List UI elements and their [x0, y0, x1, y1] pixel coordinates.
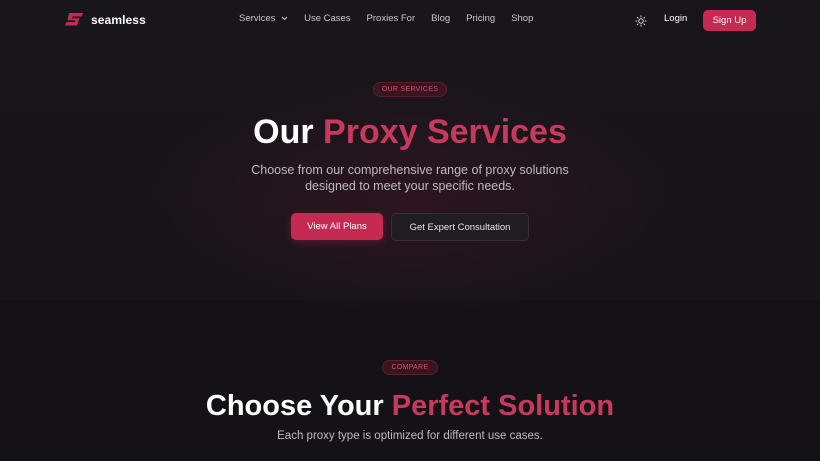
get-expert-consultation-button[interactable]: Get Expert Consultation	[391, 213, 529, 241]
nav-item-use-cases[interactable]: Use Cases	[304, 13, 350, 24]
compare-title-plain: Choose Your	[205, 390, 384, 422]
compare-badge: COMPARE	[382, 360, 438, 375]
sign-up-button[interactable]: Sign Up	[703, 10, 756, 31]
brand-logo[interactable]: seamless	[64, 11, 146, 29]
sun-icon[interactable]	[635, 14, 647, 27]
hero-title-plain: Our	[253, 113, 314, 151]
hero-title: Our Proxy Services	[0, 110, 820, 154]
s-logo-icon	[64, 12, 84, 28]
nav-item-services[interactable]: Services	[239, 13, 288, 24]
page: seamless Services Use Cases Proxies For …	[0, 0, 820, 461]
our-services-badge: OUR SERVICES	[373, 82, 447, 97]
nav-item-pricing[interactable]: Pricing	[466, 13, 495, 24]
compare-title: Choose Your Perfect Solution	[0, 386, 820, 426]
nav-item-shop[interactable]: Shop	[511, 13, 533, 24]
nav-item-blog[interactable]: Blog	[431, 13, 450, 24]
nav-item-proxies-for[interactable]: Proxies For	[367, 13, 416, 24]
hero-subtitle-line: designed to meet your specific needs.	[305, 179, 515, 193]
nav-links: Services Use Cases Proxies For Blog Pric…	[239, 13, 533, 24]
compare-subtitle: Each proxy type is optimized for differe…	[277, 430, 543, 442]
hero-subtitle: Choose from our comprehensive range of p…	[210, 162, 610, 194]
login-link[interactable]: Login	[664, 13, 687, 24]
brand-name: seamless	[91, 13, 146, 27]
hero-title-accent: Proxy Services	[323, 113, 567, 151]
compare-title-accent: Perfect Solution	[391, 390, 615, 422]
hero-subtitle-line: Choose from our comprehensive range of p…	[251, 163, 569, 177]
chevron-down-icon	[281, 13, 288, 24]
view-all-plans-button[interactable]: View All Plans	[291, 213, 383, 240]
top-navigation: seamless Services Use Cases Proxies For …	[0, 0, 820, 40]
nav-item-label: Services	[239, 13, 276, 25]
